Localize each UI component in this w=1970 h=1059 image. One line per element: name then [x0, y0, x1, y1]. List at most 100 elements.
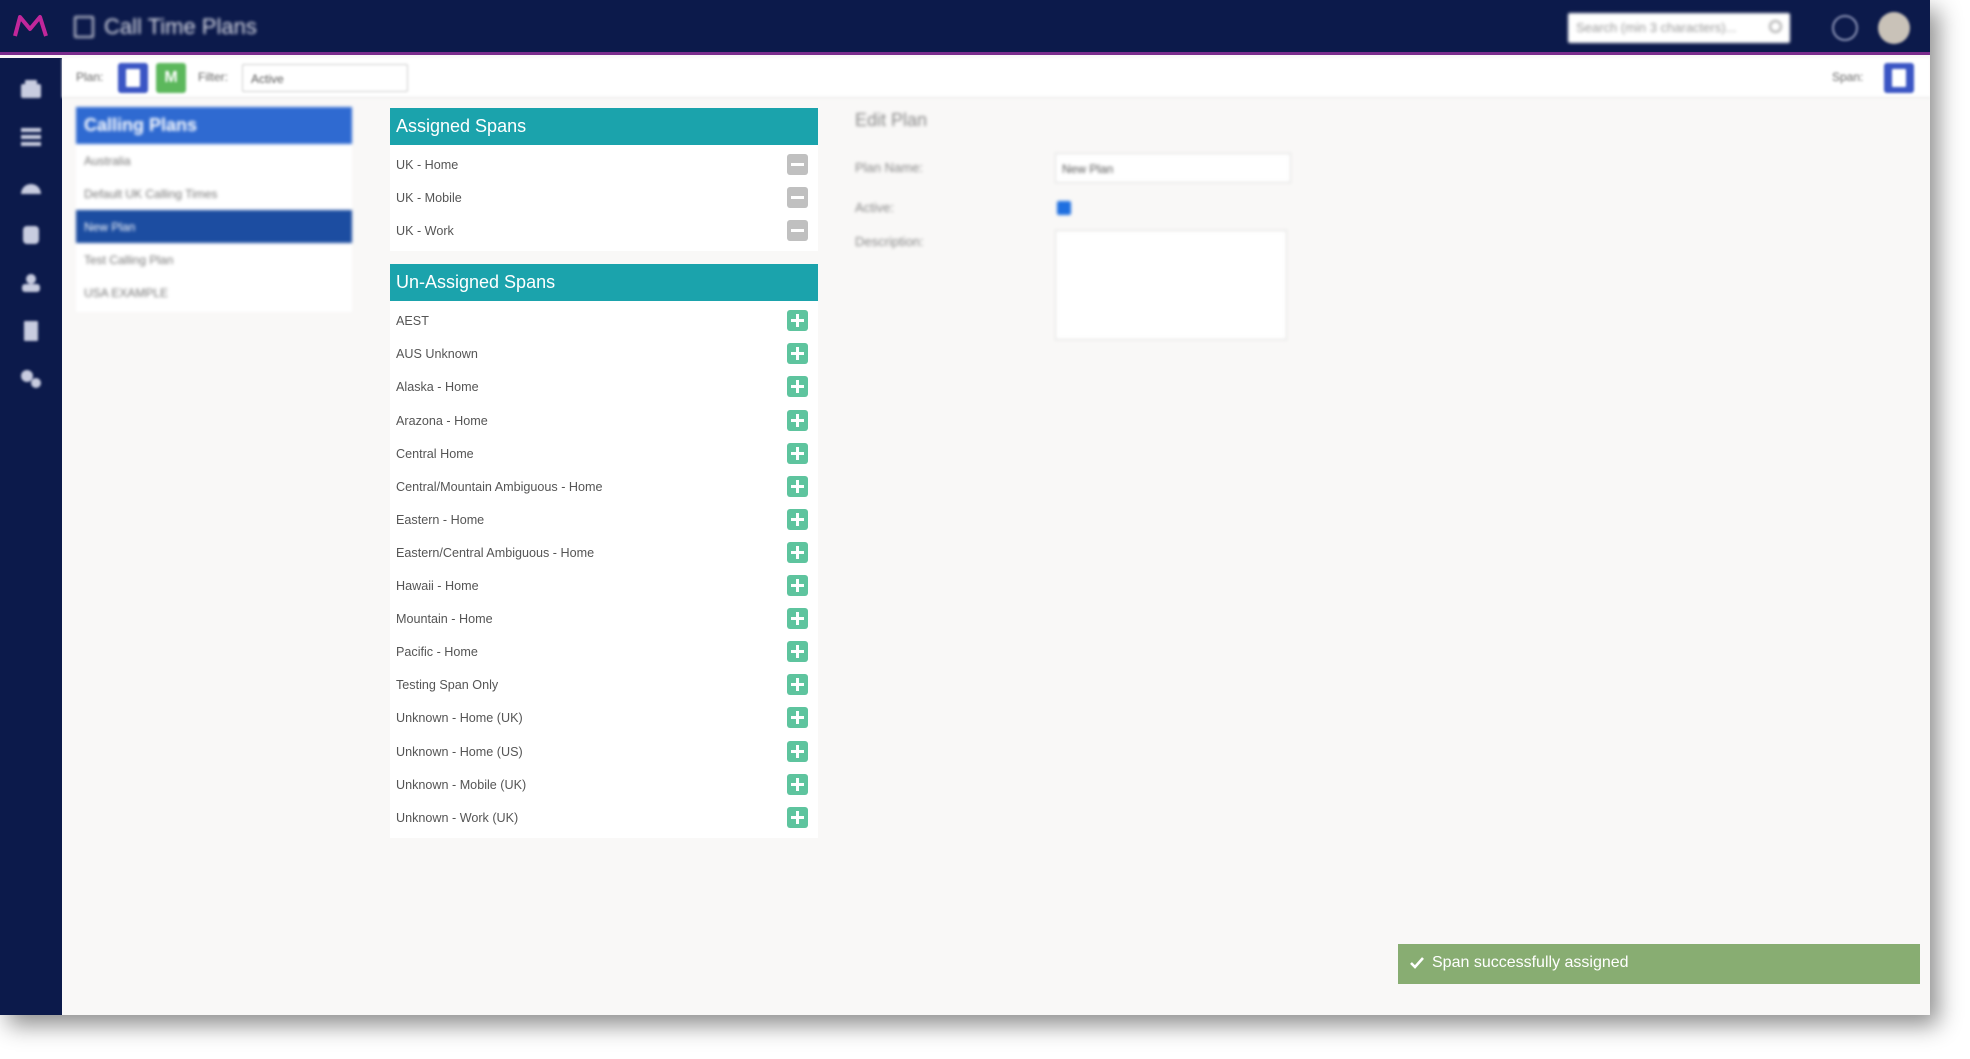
- span-label: AEST: [396, 314, 429, 329]
- filter-select[interactable]: Active: [242, 64, 408, 92]
- description-label: Description:: [855, 234, 924, 249]
- grid-icon[interactable]: [19, 126, 43, 148]
- settings-icon[interactable]: [19, 368, 43, 390]
- span-label: Hawaii - Home: [396, 579, 479, 594]
- database-icon[interactable]: [19, 224, 43, 246]
- unassigned-span-row: Pacific - Home: [390, 635, 818, 668]
- toolbar: Plan: M Filter: Active Span:: [62, 58, 1930, 98]
- add-span-button[interactable]: [787, 508, 808, 530]
- remove-span-button[interactable]: [787, 220, 808, 242]
- new-span-button[interactable]: [1884, 63, 1914, 93]
- span-label: Unknown - Home (UK): [396, 711, 523, 726]
- add-span-button[interactable]: [787, 310, 808, 332]
- plan-name-label: Plan Name:: [855, 160, 923, 175]
- assigned-span-row: UK - Work: [390, 214, 818, 247]
- add-span-button[interactable]: [787, 575, 808, 597]
- top-bar: Call Time Plans Search (min 3 characters…: [0, 0, 1930, 55]
- sidebar: [0, 58, 62, 1015]
- add-span-button[interactable]: [787, 541, 808, 563]
- span-label: Pacific - Home: [396, 645, 478, 660]
- unassigned-span-row: Unknown - Mobile (UK): [390, 768, 818, 801]
- success-toast: Span successfully assigned: [1398, 944, 1920, 984]
- active-checkbox[interactable]: [1057, 201, 1071, 215]
- add-span-button[interactable]: [787, 806, 808, 828]
- span-label: Span:: [1832, 70, 1864, 84]
- unassigned-span-row: Unknown - Home (UK): [390, 701, 818, 734]
- unassigned-spans-list: AEST AUS Unknown Alaska - Home Arazona - Ho…: [390, 301, 818, 838]
- span-label: Central/Mountain Ambiguous - Home: [396, 479, 603, 494]
- dashboard-icon[interactable]: [19, 78, 43, 100]
- calling-plan-item[interactable]: New Plan: [76, 210, 352, 243]
- plan-label: Plan:: [76, 70, 104, 84]
- span-label: Eastern/Central Ambiguous - Home: [396, 545, 595, 560]
- unassigned-span-row: Unknown - Home (US): [390, 735, 818, 768]
- add-span-button[interactable]: [787, 409, 808, 431]
- add-span-button[interactable]: [787, 740, 808, 762]
- new-plan-button[interactable]: [118, 63, 148, 93]
- unassigned-span-row: Arazona - Home: [390, 404, 818, 437]
- calling-plans-header: Calling Plans: [76, 107, 352, 144]
- plan-name-field[interactable]: New Plan: [1055, 153, 1291, 183]
- search-icon[interactable]: [1769, 20, 1782, 33]
- edit-plan-title: Edit Plan: [855, 110, 928, 130]
- document-icon: [1892, 69, 1906, 87]
- add-span-button[interactable]: [787, 674, 808, 696]
- search-input[interactable]: Search (min 3 characters)...: [1568, 13, 1790, 43]
- document-icon[interactable]: [19, 320, 43, 342]
- spans-panel: Assigned Spans UK - Home UK - Mobile UK - …: [390, 108, 818, 838]
- span-label: UK - Work: [396, 224, 454, 239]
- unassigned-span-row: Mountain - Home: [390, 602, 818, 635]
- add-span-button[interactable]: [787, 442, 808, 464]
- add-span-button[interactable]: [787, 343, 808, 365]
- span-label: Central Home: [396, 446, 474, 461]
- edit-plan-form: Edit Plan Plan Name: New Plan Active: De…: [855, 110, 1295, 350]
- add-span-button[interactable]: [787, 707, 808, 729]
- remove-span-button[interactable]: [787, 154, 808, 175]
- add-span-button[interactable]: [787, 376, 808, 398]
- span-label: AUS Unknown: [396, 347, 478, 362]
- span-label: Eastern - Home: [396, 512, 485, 527]
- calling-plans-panel: Calling Plans Australia Default UK Callin…: [76, 107, 352, 312]
- assigned-span-row: UK - Home: [390, 148, 818, 181]
- unassigned-span-row: Eastern/Central Ambiguous - Home: [390, 536, 818, 569]
- calling-plan-item[interactable]: USA EXAMPLE: [76, 276, 352, 309]
- calling-plan-item[interactable]: Default UK Calling Times: [76, 177, 352, 210]
- brand-logo-icon[interactable]: [12, 12, 52, 40]
- calling-plan-item[interactable]: Australia: [76, 144, 352, 177]
- calling-plan-item[interactable]: Test Calling Plan: [76, 243, 352, 276]
- span-label: UK - Mobile: [396, 191, 462, 206]
- unassigned-span-row: Testing Span Only: [390, 668, 818, 701]
- unassigned-span-row: AEST: [390, 304, 818, 337]
- add-span-button[interactable]: [787, 641, 808, 663]
- span-label: Unknown - Mobile (UK): [396, 777, 527, 792]
- description-textarea[interactable]: [1055, 230, 1287, 340]
- toast-message: Span successfully assigned: [1432, 954, 1629, 971]
- edit-plan-button[interactable]: M: [156, 63, 186, 93]
- unassigned-span-row: AUS Unknown: [390, 337, 818, 370]
- checkmark-icon: [1410, 957, 1424, 969]
- remove-span-button[interactable]: [787, 187, 808, 209]
- unassigned-span-row: Central/Mountain Ambiguous - Home: [390, 470, 818, 503]
- assigned-span-row: UK - Mobile: [390, 181, 818, 214]
- app-window: Call Time Plans Search (min 3 characters…: [0, 0, 1930, 1015]
- add-span-button[interactable]: [787, 608, 808, 630]
- span-label: Testing Span Only: [396, 678, 499, 693]
- span-label: Unknown - Work (UK): [396, 810, 519, 825]
- avatar[interactable]: [1878, 12, 1910, 44]
- help-icon[interactable]: [1832, 15, 1858, 41]
- users-icon[interactable]: [19, 272, 43, 294]
- unassigned-spans-header: Un-Assigned Spans: [390, 264, 818, 302]
- span-label: Alaska - Home: [396, 380, 479, 395]
- add-span-button[interactable]: [787, 475, 808, 497]
- search-placeholder: Search (min 3 characters)...: [1576, 20, 1737, 35]
- span-label: Unknown - Home (US): [396, 744, 523, 759]
- add-span-button[interactable]: [787, 773, 808, 795]
- span-label: UK - Home: [396, 158, 459, 172]
- span-label: Arazona - Home: [396, 413, 488, 428]
- unassigned-span-row: Hawaii - Home: [390, 569, 818, 602]
- unassigned-span-row: Eastern - Home: [390, 503, 818, 536]
- calendar-icon: [74, 16, 94, 38]
- gauge-icon[interactable]: [19, 176, 43, 198]
- document-icon: [126, 69, 140, 87]
- filter-label: Filter:: [198, 70, 228, 84]
